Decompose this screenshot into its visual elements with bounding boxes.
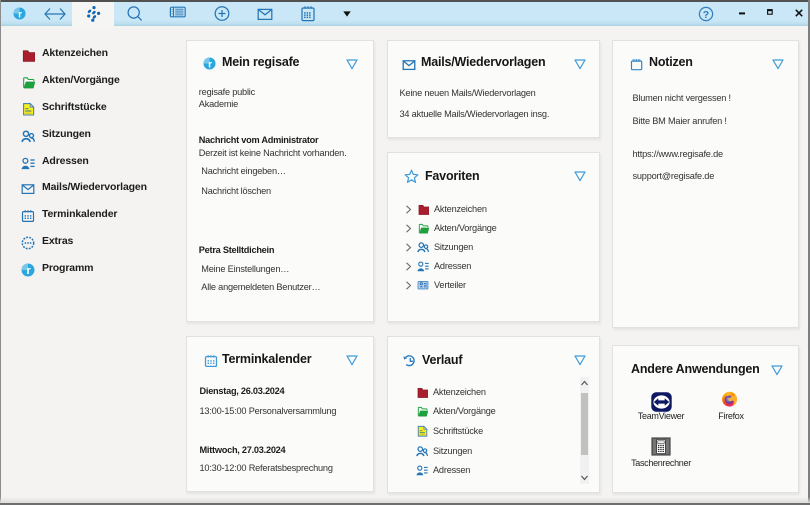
- svg-text:?: ?: [703, 9, 709, 21]
- svg-text:r: r: [27, 265, 32, 277]
- svg-text:r: r: [18, 9, 22, 20]
- svg-text:r: r: [208, 59, 212, 70]
